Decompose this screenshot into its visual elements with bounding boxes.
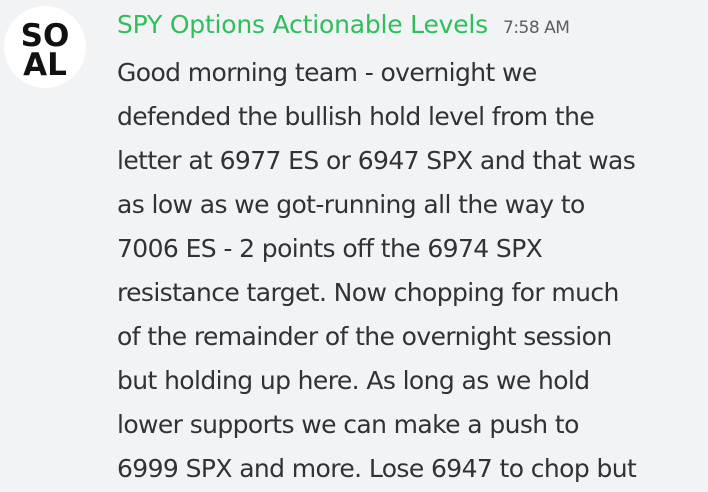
message-header: SPY Options Actionable Levels 7:58 AM	[117, 0, 708, 50]
chat-message: SO AL SPY Options Actionable Levels 7:58…	[0, 0, 708, 492]
message-content: Good morning team - overnight we defende…	[117, 58, 637, 483]
message-timestamp[interactable]: 7:58 AM	[503, 3, 570, 53]
svg-text:AL: AL	[23, 47, 67, 83]
message-body: SPY Options Actionable Levels 7:58 AM Go…	[117, 0, 708, 491]
soal-logo-icon: SO AL	[21, 18, 70, 83]
avatar[interactable]: SO AL	[4, 6, 86, 88]
author-name[interactable]: SPY Options Actionable Levels	[117, 0, 488, 50]
